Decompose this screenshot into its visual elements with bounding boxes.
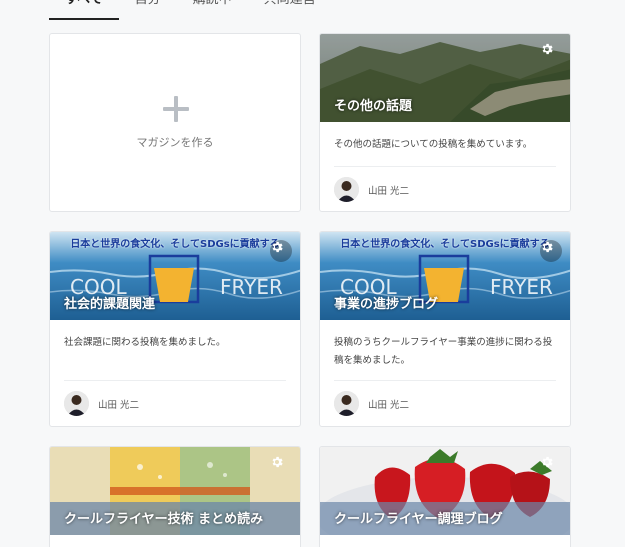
- magazine-author[interactable]: 山田 光二: [334, 391, 409, 416]
- divider: [334, 166, 556, 167]
- author-name: 山田 光二: [98, 399, 140, 411]
- magazine-title: クールフライヤー技術 まとめ読み: [64, 512, 264, 527]
- tab-bar: すべて 自分 購読中 共同運営: [49, 0, 332, 20]
- divider: [334, 380, 556, 381]
- gear-icon: [542, 456, 553, 468]
- divider: [64, 380, 286, 381]
- magazine-cover[interactable]: クールフライヤー技術 まとめ読み: [50, 447, 300, 535]
- magazine-card[interactable]: COOL FRYER 日本と世界の食文化、そしてSDGsに貢献する 事業の進捗ブ…: [319, 231, 571, 427]
- magazine-card[interactable]: COOL FRYER 日本と世界の食文化、そしてSDGsに貢献する 社会的課題関…: [49, 231, 301, 427]
- magazine-title: クールフライヤー調理ブログ: [334, 512, 503, 527]
- settings-button[interactable]: [270, 455, 292, 477]
- magazine-author[interactable]: 山田 光二: [64, 391, 139, 416]
- author-name: 山田 光二: [368, 399, 410, 411]
- tab-co-managed[interactable]: 共同運営: [248, 0, 332, 20]
- banner-text: 日本と世界の食文化、そしてSDGsに貢献する: [340, 239, 550, 250]
- magazine-description: 投稿のうちクールフライヤー事業の進捗に関わる投稿を集めました。: [334, 337, 553, 366]
- magazine-cover[interactable]: その他の話題: [320, 34, 570, 122]
- create-magazine-card[interactable]: マガジンを作る: [49, 33, 301, 212]
- gear-icon: [542, 43, 553, 55]
- magazine-description: その他の話題についての投稿を集めています。: [334, 139, 533, 150]
- magazine-card[interactable]: その他の話題 その他の話題についての投稿を集めています。 山田 光二: [319, 33, 571, 212]
- magazine-title: 事業の進捗ブログ: [334, 297, 439, 312]
- gear-icon: [272, 456, 283, 468]
- settings-button[interactable]: [540, 240, 562, 262]
- avatar: [64, 391, 89, 416]
- fryer-text: FRYER: [220, 275, 283, 299]
- plus-icon: [163, 96, 189, 122]
- settings-button[interactable]: [540, 42, 562, 64]
- magazine-cover[interactable]: COOL FRYER 日本と世界の食文化、そしてSDGsに貢献する 事業の進捗ブ…: [320, 232, 570, 320]
- tab-mine[interactable]: 自分: [119, 0, 177, 20]
- magazine-author[interactable]: 山田 光二: [334, 177, 409, 202]
- magazine-cover[interactable]: クールフライヤー調理ブログ: [320, 447, 570, 535]
- magazine-card[interactable]: クールフライヤー調理ブログ: [319, 446, 571, 547]
- tab-all[interactable]: すべて: [49, 0, 119, 20]
- fryer-text: FRYER: [490, 275, 553, 299]
- magazine-card[interactable]: クールフライヤー技術 まとめ読み: [49, 446, 301, 547]
- avatar: [334, 391, 359, 416]
- gear-icon: [542, 241, 553, 253]
- gear-icon: [272, 241, 283, 253]
- avatar: [334, 177, 359, 202]
- magazine-title: 社会的課題関連: [64, 297, 156, 312]
- tab-subscribed[interactable]: 購読中: [177, 0, 248, 20]
- author-name: 山田 光二: [368, 185, 410, 197]
- settings-button[interactable]: [540, 455, 562, 477]
- create-magazine-label: マガジンを作る: [136, 136, 214, 149]
- magazine-description: 社会課題に関わる投稿を集めました。: [64, 337, 226, 348]
- settings-button[interactable]: [270, 240, 292, 262]
- banner-text: 日本と世界の食文化、そしてSDGsに貢献する: [70, 239, 280, 250]
- magazine-cover[interactable]: COOL FRYER 日本と世界の食文化、そしてSDGsに貢献する 社会的課題関…: [50, 232, 300, 320]
- magazine-title: その他の話題: [334, 99, 413, 114]
